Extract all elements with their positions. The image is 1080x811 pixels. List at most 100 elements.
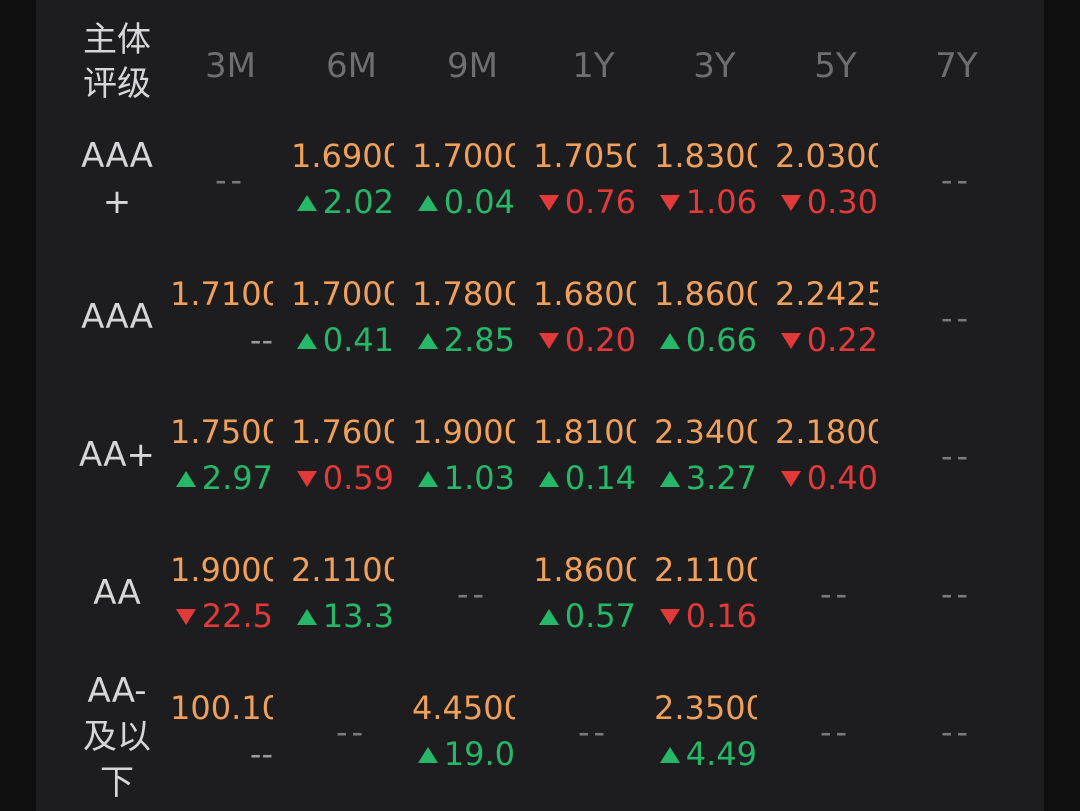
down-triangle-icon [659, 609, 680, 625]
change-number: 0.30 [806, 183, 878, 221]
change-number: -- [249, 321, 273, 359]
down-triangle-icon [659, 195, 680, 211]
yield-value: 1.8600 [533, 551, 636, 589]
change-number: 1.03 [443, 459, 515, 497]
rating-label-line: AAA [81, 297, 153, 337]
change-number: 0.14 [564, 459, 636, 497]
yield-change: 0.30 [780, 180, 878, 224]
down-triangle-icon [175, 609, 196, 625]
yield-change: 2.85 [417, 318, 515, 362]
yield-cell[interactable]: 1.7050 0.76 [533, 134, 654, 254]
yield-change: 0.41 [296, 318, 394, 362]
change-number: 0.22 [806, 321, 878, 359]
yield-cell[interactable]: 1.6900 2.02 [291, 134, 412, 254]
empty-cell-dash: -- [940, 713, 973, 751]
rating-label: AA+ [62, 432, 172, 478]
yield-cell[interactable]: 1.7100 -- [170, 272, 291, 392]
yield-change: 1.06 [659, 180, 757, 224]
empty-cell-dash: -- [940, 161, 973, 199]
yield-cell[interactable]: 1.8600 0.57 [533, 548, 654, 668]
rating-label: AA [62, 570, 172, 616]
yield-change: 2.97 [175, 456, 273, 500]
up-triangle-icon [417, 195, 438, 211]
yield-cell[interactable]: 2.3500 4.49 [654, 686, 775, 806]
yield-cell[interactable]: 2.1800 0.40 [775, 410, 896, 530]
empty-cell-dash: -- [940, 299, 973, 337]
yield-change: 0.57 [538, 594, 636, 638]
yield-cell[interactable]: 1.7600 0.59 [291, 410, 412, 530]
rating-label: AA- 及以下 [62, 668, 172, 806]
yield-cell[interactable]: 1.6800 0.20 [533, 272, 654, 392]
yield-value: 2.3500 [654, 689, 757, 727]
rating-label-line: + [102, 182, 132, 222]
change-number: 0.66 [685, 321, 757, 359]
yield-change: 0.16 [659, 594, 757, 638]
change-number: 0.16 [685, 597, 757, 635]
yield-change: 0.04 [417, 180, 515, 224]
change-number: 0.04 [443, 183, 515, 221]
yield-cell[interactable]: 1.8300 1.06 [654, 134, 775, 254]
up-triangle-icon [175, 471, 196, 487]
yield-cell[interactable]: 100.10 -- [170, 686, 291, 806]
yield-change: 0.66 [659, 318, 757, 362]
yield-cell[interactable]: 1.9000 1.03 [412, 410, 533, 530]
yield-cell[interactable]: 1.8100 0.14 [533, 410, 654, 530]
tenor-header-9m[interactable]: 9M [412, 36, 533, 96]
change-number: 4.49 [685, 735, 757, 773]
change-number: 3.27 [685, 459, 757, 497]
up-triangle-icon [296, 195, 317, 211]
rating-label: AAA + [62, 133, 172, 225]
tenor-header-3m[interactable]: 3M [170, 36, 291, 96]
change-number: 22.5 [201, 597, 273, 635]
rating-label-line: AAA [81, 136, 153, 176]
yield-value: 2.2425 [775, 275, 878, 313]
change-number: 2.97 [201, 459, 273, 497]
yield-cell[interactable]: 1.7000 0.41 [291, 272, 412, 392]
up-triangle-icon [296, 609, 317, 625]
tenor-header-1y[interactable]: 1Y [533, 36, 654, 96]
empty-cell-dash: -- [456, 575, 489, 613]
tenor-header-6m[interactable]: 6M [291, 36, 412, 96]
up-triangle-icon [659, 333, 680, 349]
tenor-header-5y[interactable]: 5Y [775, 36, 896, 96]
up-triangle-icon [296, 333, 317, 349]
tenor-header-7y[interactable]: 7Y [896, 36, 1017, 96]
down-triangle-icon [296, 471, 317, 487]
yield-value: 2.1800 [775, 413, 878, 451]
yield-value: 1.7000 [291, 275, 394, 313]
up-triangle-icon [417, 333, 438, 349]
yield-change: 0.59 [296, 456, 394, 500]
yield-cell[interactable]: 2.0300 0.30 [775, 134, 896, 254]
yield-change: 0.40 [780, 456, 878, 500]
yield-value: 1.7800 [412, 275, 515, 313]
yield-value: 1.7100 [170, 275, 273, 313]
yield-value: 1.9000 [170, 551, 273, 589]
change-number: 13.3 [322, 597, 394, 635]
yield-value: 1.7000 [412, 137, 515, 175]
yield-change: 0.22 [780, 318, 878, 362]
yield-cell[interactable]: 2.3400 3.27 [654, 410, 775, 530]
yield-cell[interactable]: 2.1100 0.16 [654, 548, 775, 668]
rating-header-line2: 评级 [83, 64, 151, 104]
rating-label-line: 下 [100, 763, 134, 803]
rating-header-line1: 主体 [83, 20, 151, 60]
yield-cell[interactable]: 1.7800 2.85 [412, 272, 533, 392]
yield-cell[interactable]: 1.7500 2.97 [170, 410, 291, 530]
yield-cell[interactable]: 2.2425 0.22 [775, 272, 896, 392]
yield-cell[interactable]: 1.9000 22.5 [170, 548, 291, 668]
empty-cell-dash: -- [214, 161, 247, 199]
tenor-header-3y[interactable]: 3Y [654, 36, 775, 96]
up-triangle-icon [659, 471, 680, 487]
change-number: 19.0 [443, 735, 515, 773]
yield-value: 4.4500 [412, 689, 515, 727]
yield-cell[interactable]: 4.4500 19.0 [412, 686, 533, 806]
yield-value: 1.8300 [654, 137, 757, 175]
yield-cell[interactable]: 1.7000 0.04 [412, 134, 533, 254]
yield-cell[interactable]: 1.8600 0.66 [654, 272, 775, 392]
change-number: 2.85 [443, 321, 515, 359]
yield-change: 2.02 [296, 180, 394, 224]
yield-value: 1.6900 [291, 137, 394, 175]
down-triangle-icon [538, 195, 559, 211]
yield-value: 100.10 [170, 689, 273, 727]
yield-cell[interactable]: 2.1100 13.3 [291, 548, 412, 668]
